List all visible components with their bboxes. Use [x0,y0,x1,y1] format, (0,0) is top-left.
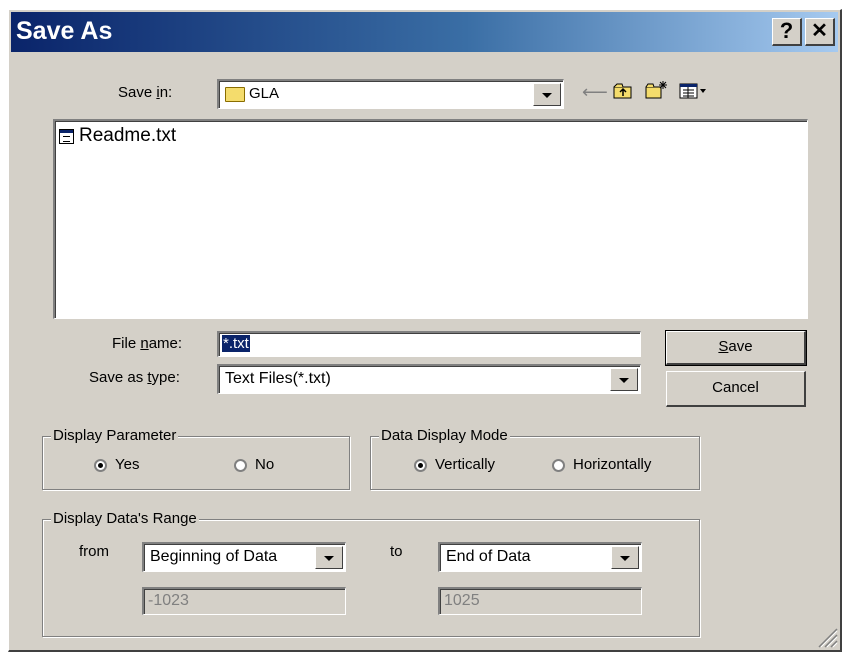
data-display-mode-title: Data Display Mode [379,427,510,444]
save-as-dialog: Save As ? ✕ Save in: GLA ⟵ Readme.txt Fi… [8,9,842,652]
chevron-down-icon[interactable] [610,368,638,391]
horizontally-radio[interactable] [552,459,565,472]
display-parameter-title: Display Parameter [51,427,179,444]
from-number-field: -1023 [142,587,346,615]
display-parameter-group: Display Parameter Yes No [42,427,350,490]
vertically-radio[interactable] [414,459,427,472]
back-arrow-icon[interactable]: ⟵ [582,82,608,103]
save-in-label: Save in: [118,84,173,101]
up-one-level-icon[interactable] [613,82,633,105]
to-dropdown[interactable]: End of Data [438,542,642,572]
save-as-type-value: Text Files(*.txt) [225,370,331,387]
cancel-button[interactable]: Cancel [666,371,806,407]
to-value: End of Data [446,548,531,565]
dialog-title: Save As [16,17,113,45]
data-display-mode-group: Data Display Mode Vertically Horizontall… [370,427,700,490]
new-folder-icon[interactable] [645,80,669,105]
from-label: from [79,543,109,560]
save-button[interactable]: Save [665,330,807,366]
display-data-range-title: Display Data's Range [51,510,199,527]
view-menu-icon[interactable] [679,82,707,105]
title-bar[interactable]: Save As ? ✕ [11,12,838,52]
file-list[interactable]: Readme.txt [53,119,808,319]
resize-grip-icon[interactable] [814,624,838,648]
file-name-input[interactable]: *.txt [217,331,641,357]
to-number: 1025 [444,592,480,609]
help-button[interactable]: ? [772,18,802,46]
chevron-down-icon[interactable] [315,546,343,569]
yes-radio[interactable] [94,459,107,472]
chevron-down-icon[interactable] [533,83,561,106]
vertically-label: Vertically [435,456,496,473]
file-name-label: File name: [112,335,183,352]
save-as-type-dropdown[interactable]: Text Files(*.txt) [217,364,641,394]
from-dropdown[interactable]: Beginning of Data [142,542,346,572]
horizontally-label: Horizontally [573,456,652,473]
yes-label: Yes [115,456,140,473]
folder-icon [225,87,245,102]
text-file-icon [59,129,74,144]
save-as-type-label: Save as type: [89,369,180,386]
save-in-dropdown[interactable]: GLA [217,79,564,109]
file-name: Readme.txt [79,125,177,146]
save-in-value: GLA [249,85,280,102]
file-name-value: *.txt [222,335,250,352]
no-label: No [255,456,275,473]
no-radio[interactable] [234,459,247,472]
chevron-down-icon[interactable] [611,546,639,569]
to-number-field: 1025 [438,587,642,615]
from-value: Beginning of Data [150,548,278,565]
from-number: -1023 [148,592,189,609]
close-button[interactable]: ✕ [805,18,835,46]
to-label: to [390,543,403,560]
display-data-range-group: Display Data's Range from Beginning of D… [42,510,700,637]
